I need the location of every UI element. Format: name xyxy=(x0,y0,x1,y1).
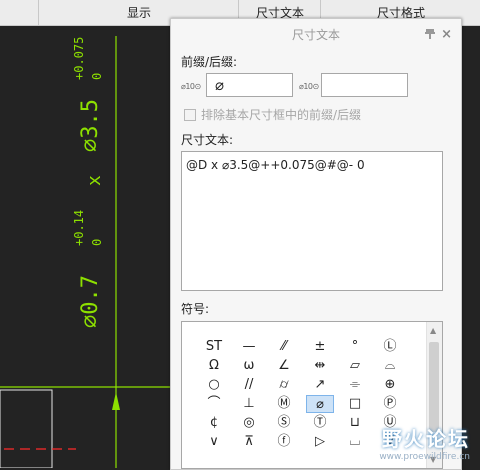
symbol-symmetry-icon[interactable]: ⌯ xyxy=(341,376,369,394)
part-outline xyxy=(0,389,53,468)
prefix-suffix-label: 前缀/后缀: xyxy=(181,55,238,69)
symbol-countersink-icon[interactable]: ∨ xyxy=(200,433,228,451)
dim-bottom-tol-lower: 0 xyxy=(90,238,104,246)
symbol-arc-icon[interactable]: ⌒ xyxy=(200,395,228,413)
symbol-double-arrow-icon[interactable]: ⇹ xyxy=(306,357,334,375)
symbol-square-icon[interactable]: □ xyxy=(341,395,369,413)
symbol-concentric-icon[interactable]: ◎ xyxy=(235,414,263,432)
dimension-text-panel: 尺寸文本 × 前缀/后缀: ⌀10⊙ ⌀ ⌀10⊙ 排除基本尺寸框中的前缀/后缀… xyxy=(170,18,462,470)
symbol-segment-icon[interactable]: ⌓ xyxy=(376,357,404,375)
close-icon[interactable]: × xyxy=(441,19,452,51)
symbol-counterbore-icon[interactable]: ⊔ xyxy=(341,414,369,432)
exclude-checkbox-label: 排除基本尺寸框中的前缀/后缀 xyxy=(201,108,362,122)
symbol-parallel-arrow-icon[interactable]: ⁄⁄ xyxy=(270,338,298,356)
symbol-position-icon[interactable]: ⊕ xyxy=(376,376,404,394)
dim-top-value[interactable]: ⌀3.5 xyxy=(78,99,103,152)
dim-text-label: 尺寸文本: xyxy=(181,133,234,147)
symbol-depth-icon[interactable]: ⊼ xyxy=(235,433,263,451)
symbol-p-circle-icon[interactable]: Ⓟ xyxy=(376,395,404,413)
suffix-input[interactable] xyxy=(321,73,408,97)
symbol-runout-icon[interactable]: ↗ xyxy=(306,376,334,394)
dim-x: x xyxy=(84,175,105,186)
symbol-parallel-icon[interactable]: // xyxy=(235,376,263,394)
dim-text-area[interactable]: @D x ⌀3.5@++0.075@#@- 0 xyxy=(181,151,443,291)
symbol-degree-icon[interactable]: ° xyxy=(341,338,369,356)
dim-bottom-value[interactable]: ⌀0.7 xyxy=(78,275,103,328)
symbol-spotface-icon[interactable]: ⌴ xyxy=(341,433,369,451)
symbol-dash-icon[interactable]: — xyxy=(235,338,263,356)
symbol-st-icon[interactable]: ST xyxy=(200,338,228,356)
dim-bottom-tol-upper: +0.14 xyxy=(72,209,86,246)
symbol-omega-icon[interactable]: Ω xyxy=(200,357,228,375)
symbol-perpendicular-icon[interactable]: ⊥ xyxy=(235,395,263,413)
symbol-plus-minus-icon[interactable]: ± xyxy=(306,338,334,356)
arrow-head xyxy=(112,392,120,410)
symbol-small-omega-icon[interactable]: ω xyxy=(235,357,263,375)
suffix-icon: ⌀10⊙ xyxy=(299,82,319,91)
symbol-f-circle-icon[interactable]: ⓕ xyxy=(270,433,298,451)
panel-title-bar[interactable]: 尺寸文本 × xyxy=(171,19,461,49)
symbol-s-circle-icon[interactable]: Ⓢ xyxy=(270,414,298,432)
dim-top-tol-upper: +0.075 xyxy=(72,36,86,80)
watermark-name: 野火论坛 xyxy=(382,427,470,451)
watermark-url: www.proewildfire.cn xyxy=(379,452,470,462)
prefix-icon: ⌀10⊙ xyxy=(181,82,201,91)
symbol-triangle-icon[interactable]: ▷ xyxy=(306,433,334,451)
symbol-l-circle-icon[interactable]: Ⓛ xyxy=(376,338,404,356)
symbol-centerline-icon[interactable]: ¢ xyxy=(200,414,228,432)
symbol-cylindricity-icon[interactable]: ⌭ xyxy=(270,376,298,394)
symbol-angle-icon[interactable]: ∠ xyxy=(270,357,298,375)
watermark: 野火论坛 www.proewildfire.cn xyxy=(379,423,470,462)
pin-icon[interactable] xyxy=(425,28,435,40)
prefix-input[interactable]: ⌀ xyxy=(206,73,293,97)
symbol-diameter-icon[interactable]: ⌀ xyxy=(306,395,334,413)
symbol-flatness-icon[interactable]: ▱ xyxy=(341,357,369,375)
symbol-t-circle-icon[interactable]: Ⓣ xyxy=(306,414,334,432)
symbol-circle-icon[interactable]: ○ xyxy=(200,376,228,394)
exclude-checkbox[interactable] xyxy=(184,109,196,121)
dim-text-value: @D x ⌀3.5@++0.075@#@- 0 xyxy=(186,158,365,172)
panel-title: 尺寸文本 xyxy=(291,28,340,42)
dim-top-tol-lower: 0 xyxy=(90,72,104,80)
scroll-thumb[interactable] xyxy=(429,342,439,432)
symbols-label: 符号: xyxy=(181,302,210,316)
scroll-up-icon[interactable]: ▲ xyxy=(430,326,436,335)
symbol-m-circle-icon[interactable]: Ⓜ xyxy=(270,395,298,413)
